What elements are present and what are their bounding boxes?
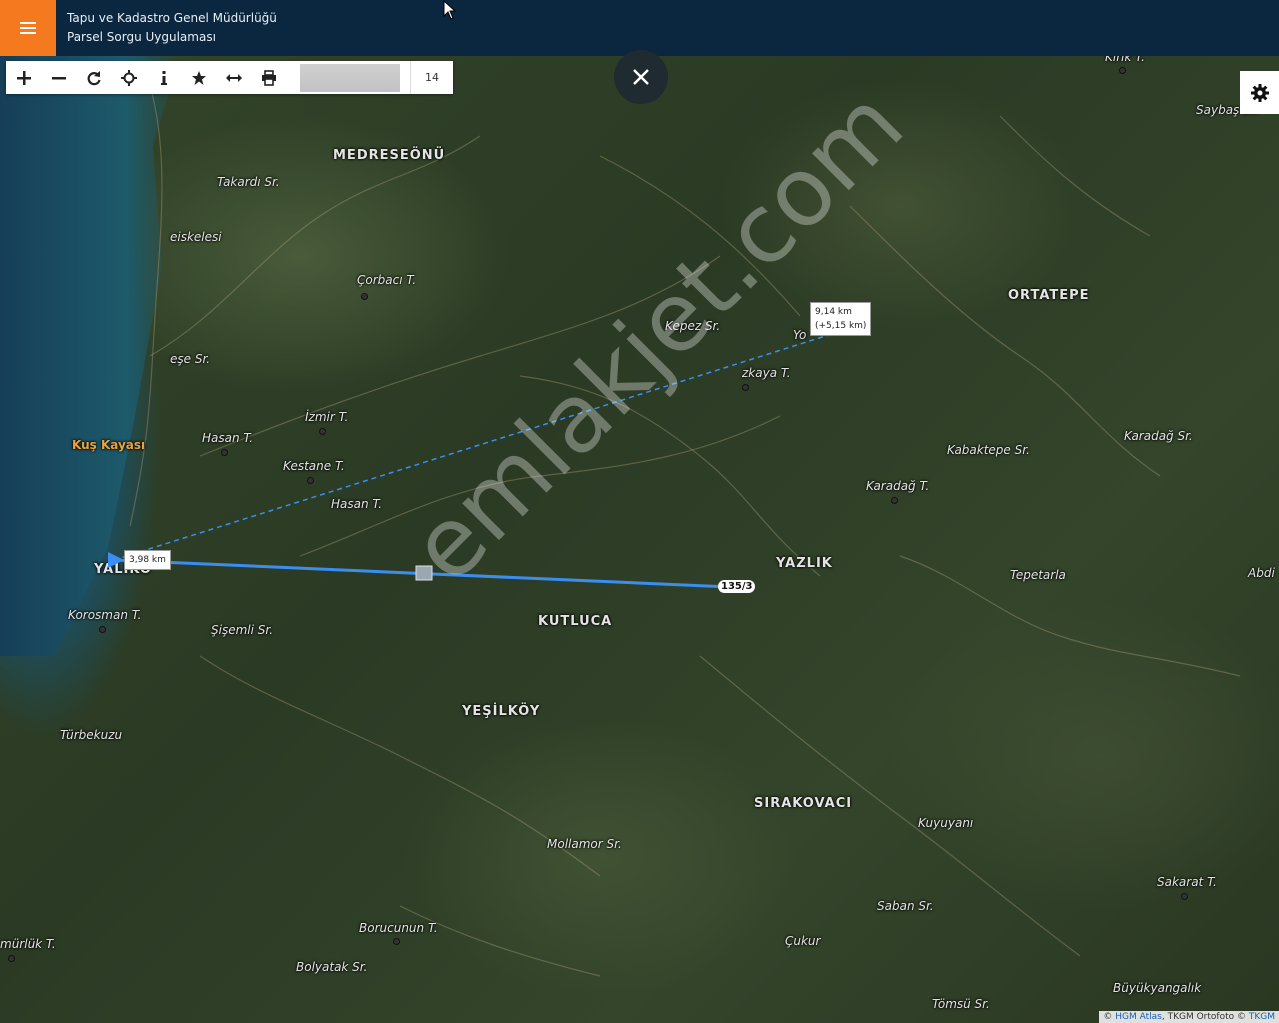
segment-distance: 3,98 km [129, 555, 166, 565]
favorite-button[interactable] [181, 61, 216, 94]
info-icon [160, 70, 167, 85]
print-button[interactable] [251, 61, 286, 94]
hgm-atlas-link[interactable]: HGM Atlas [1115, 1012, 1162, 1022]
measure-icon [225, 73, 242, 82]
app-title-line2: Parsel Sorgu Uygulaması [67, 30, 216, 44]
app-header: Tapu ve Kadastro Genel Müdürlüğü Parsel … [0, 0, 1279, 56]
menu-button[interactable] [0, 0, 56, 56]
app-title-line1: Tapu ve Kadastro Genel Müdürlüğü [67, 11, 277, 25]
attribution-prefix: © [1103, 1012, 1113, 1022]
favorite-icon [191, 70, 206, 85]
map-toolbar: 14 [6, 61, 453, 94]
map-attribution: © HGM Atlas, TKGM Ortofoto © TKGM [1099, 1011, 1279, 1023]
total-distance-tooltip: 9,14 km (+5,15 km) [810, 302, 872, 336]
measure-button[interactable] [216, 61, 251, 94]
zoom-out-button[interactable] [41, 61, 76, 94]
close-icon [633, 69, 649, 85]
measure-start-marker [108, 552, 124, 568]
zoom-in-icon [16, 70, 31, 85]
zoom-in-button[interactable] [6, 61, 41, 94]
parcel-label[interactable]: 135/3 [718, 580, 756, 593]
segment-distance-tooltip: 3,98 km [124, 550, 171, 570]
gear-icon [1250, 83, 1269, 102]
app-title: Tapu ve Kadastro Genel Müdürlüğü Parsel … [67, 9, 277, 47]
locate-icon [120, 69, 137, 86]
print-icon [261, 69, 276, 86]
refresh-button[interactable] [76, 61, 111, 94]
added-distance: (+5,15 km) [815, 321, 867, 331]
tkgm-link[interactable]: TKGM [1249, 1012, 1275, 1022]
map-view[interactable]: MEDRESEÖNÜ Takardı Sr. eiskelesi Çorbacı… [0, 56, 1279, 1023]
refresh-icon [87, 70, 101, 85]
search-input[interactable] [300, 63, 400, 92]
zoom-out-icon [51, 76, 66, 79]
close-button[interactable] [614, 50, 668, 104]
settings-button[interactable] [1240, 71, 1279, 114]
info-button[interactable] [146, 61, 181, 94]
measure-overlay [108, 321, 871, 589]
zoom-level-display: 14 [410, 61, 453, 94]
attribution-middle: , TKGM Ortofoto © [1161, 1012, 1246, 1022]
locate-button[interactable] [111, 61, 146, 94]
measure-midpoint-handle [415, 565, 433, 581]
hamburger-menu-icon [20, 22, 36, 34]
mouse-cursor-icon [443, 0, 457, 20]
total-distance: 9,14 km [815, 307, 852, 317]
